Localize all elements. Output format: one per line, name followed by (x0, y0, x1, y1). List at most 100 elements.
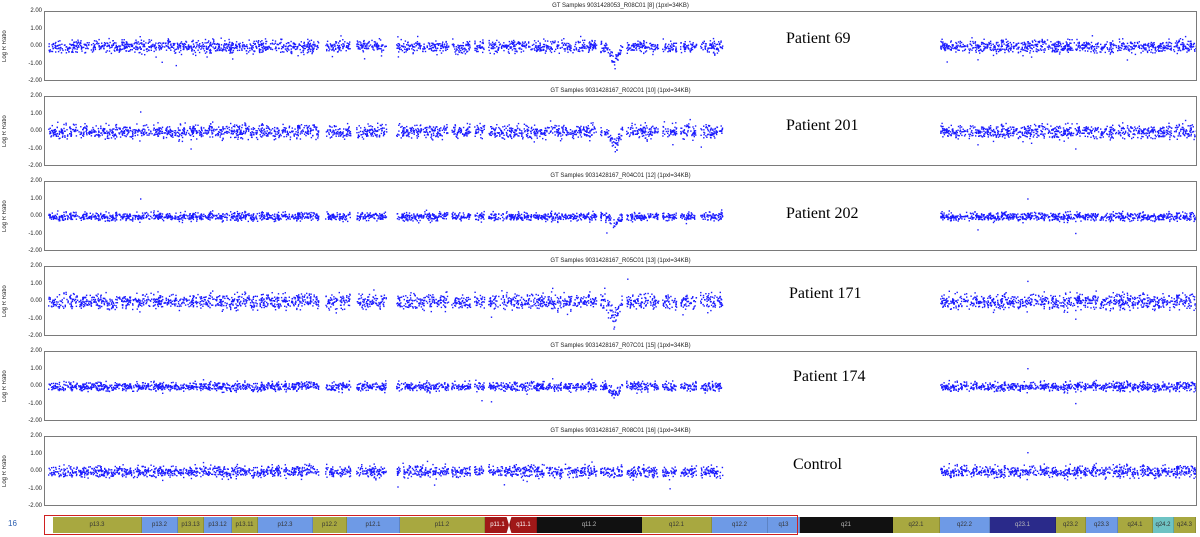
data-point (201, 45, 203, 47)
data-point (585, 135, 588, 137)
data-point (1060, 44, 1062, 46)
data-point (271, 43, 274, 45)
data-point (1130, 41, 1132, 43)
data-point (692, 44, 694, 47)
data-point (505, 131, 508, 134)
data-point (525, 44, 527, 47)
data-point (1059, 127, 1062, 129)
data-point (290, 45, 292, 47)
data-point (69, 47, 72, 49)
data-point (406, 44, 408, 46)
data-point (483, 128, 485, 130)
data-point (123, 39, 125, 41)
data-point (454, 129, 456, 131)
data-point (533, 131, 535, 134)
data-point (1067, 51, 1069, 53)
data-point (116, 49, 118, 52)
data-point (274, 40, 277, 42)
data-point (161, 130, 163, 133)
data-point (419, 45, 421, 47)
data-point (259, 44, 261, 46)
data-point (50, 129, 53, 132)
data-point (974, 42, 976, 44)
data-point (340, 49, 342, 52)
data-point (59, 44, 61, 46)
data-point (1017, 42, 1020, 44)
data-point (1152, 52, 1154, 54)
data-point (207, 41, 209, 44)
data-point (1127, 132, 1129, 134)
data-point (1079, 135, 1081, 137)
data-point (479, 41, 481, 43)
data-point (1027, 41, 1029, 43)
data-point (75, 41, 78, 43)
data-point (406, 125, 408, 128)
data-point (539, 45, 541, 47)
data-point (618, 140, 620, 142)
data-point (170, 43, 172, 45)
data-point (716, 47, 718, 50)
data-point (360, 44, 362, 47)
data-point (129, 46, 131, 48)
data-point (296, 134, 298, 136)
data-point (171, 45, 173, 47)
data-point (251, 134, 253, 137)
data-point (307, 131, 309, 133)
data-point (981, 50, 984, 53)
data-point (107, 44, 109, 47)
data-point (1007, 45, 1010, 47)
data-point (416, 49, 418, 52)
data-point (947, 45, 949, 47)
data-point (297, 135, 299, 137)
data-point (654, 49, 656, 51)
data-point (422, 128, 424, 131)
data-point (1090, 46, 1092, 49)
data-point (335, 125, 337, 128)
data-point (157, 135, 160, 137)
data-point (126, 46, 128, 49)
data-point (106, 135, 109, 138)
data-point (1032, 136, 1035, 138)
data-point (577, 136, 579, 138)
data-point (1160, 132, 1162, 135)
data-point (591, 44, 593, 46)
data-point (701, 129, 703, 131)
data-point (299, 44, 301, 46)
data-point (663, 121, 666, 123)
data-point (1031, 40, 1034, 42)
data-point (1076, 38, 1078, 41)
data-point (538, 130, 540, 132)
data-point (333, 49, 335, 51)
data-point (179, 133, 181, 136)
data-point (257, 41, 259, 43)
data-point (1118, 47, 1120, 49)
data-point (180, 49, 182, 52)
data-point (348, 127, 350, 129)
data-point (1051, 44, 1053, 46)
data-point (513, 136, 515, 138)
data-point (1083, 47, 1085, 49)
data-point (1107, 48, 1109, 50)
data-point (48, 49, 50, 52)
data-point (1175, 45, 1177, 47)
data-point (503, 138, 506, 140)
data-point (583, 47, 585, 49)
data-point (488, 46, 490, 48)
data-point (289, 138, 291, 141)
data-point (234, 126, 236, 128)
data-point (200, 128, 203, 130)
data-point (181, 43, 184, 45)
data-point (560, 135, 562, 137)
data-point (369, 44, 372, 46)
data-point (1101, 49, 1103, 51)
data-point (142, 128, 144, 130)
data-point (141, 43, 143, 45)
data-point (1075, 44, 1078, 46)
data-point (78, 46, 80, 48)
data-point (287, 46, 289, 48)
data-point (214, 47, 216, 49)
data-point (522, 132, 524, 134)
data-point (621, 46, 624, 48)
data-point (441, 44, 443, 46)
data-point (540, 129, 543, 131)
